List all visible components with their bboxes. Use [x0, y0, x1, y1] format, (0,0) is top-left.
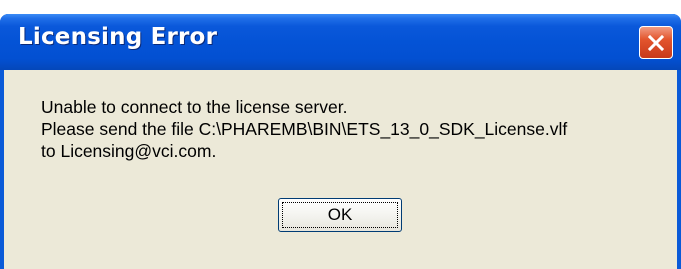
error-message: Unable to connect to the license server.…: [41, 96, 567, 162]
title-bar[interactable]: Licensing Error: [0, 14, 681, 70]
background-strip: [0, 0, 681, 14]
dialog-title: Licensing Error: [18, 24, 218, 50]
ok-button[interactable]: OK: [278, 198, 402, 232]
message-line: Unable to connect to the license server.: [41, 97, 348, 117]
close-x-icon: [647, 34, 665, 51]
ok-button-label: OK: [282, 202, 398, 228]
licensing-error-dialog: Licensing Error Unable to connect to the…: [0, 14, 681, 269]
message-line: to Licensing@vci.com.: [41, 141, 217, 161]
dialog-body: Unable to connect to the license server.…: [4, 70, 677, 269]
close-button[interactable]: [639, 26, 673, 59]
message-line: Please send the file C:\PHAREMB\BIN\ETS_…: [41, 119, 568, 139]
